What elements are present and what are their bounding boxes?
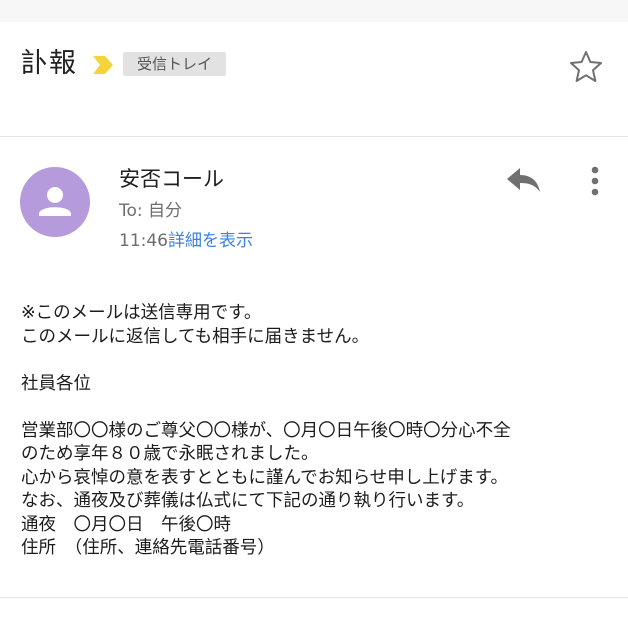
subject-header: 訃報 受信トレイ [0, 22, 628, 137]
subject-title: 訃報 [21, 48, 77, 79]
body-line: 通夜 〇月〇日 午後〇時 [21, 514, 231, 535]
sender-name: 安否コール [119, 167, 224, 191]
body-line: のため享年８０歳で永眠されました。 [21, 444, 319, 464]
body-line: このメールに返信しても相手に届きません。 [21, 326, 370, 347]
body-line: なお、通夜及び葬儀は仏式にて下記の通り執り行います。 [21, 491, 475, 511]
avatar[interactable] [20, 167, 90, 237]
person-icon [39, 187, 71, 216]
body-line: 住所 （住所、連絡先電話番号） [21, 538, 275, 558]
message-time: 11:46 [119, 231, 168, 251]
more-vertical-icon[interactable] [582, 163, 608, 199]
meta-line: 11:46詳細を表示 [119, 229, 253, 253]
show-details-link[interactable]: 詳細を表示 [168, 231, 253, 251]
body-line: 心から哀悼の意を表すとともに謹んでお知らせ申し上げます。 [21, 467, 509, 488]
body-line: 社員各位 [21, 373, 91, 394]
importance-marker-icon[interactable] [90, 52, 116, 78]
body-line [21, 396, 621, 420]
body-line: ※このメールは送信専用です。 [21, 303, 262, 323]
message-body: ※このメールは送信専用です。 このメールに返信しても相手に届きません。 社員各位… [21, 302, 621, 561]
status-strip [0, 0, 628, 22]
divider [0, 597, 628, 598]
reply-icon[interactable] [503, 164, 543, 198]
inbox-label-chip[interactable]: 受信トレイ [123, 52, 227, 76]
body-line: 営業部〇〇様のご尊父〇〇様が、〇月〇日午後〇時〇分心不全 [21, 420, 511, 441]
body-line [21, 349, 621, 373]
star-outline-icon[interactable] [566, 47, 606, 87]
recipient-line: To: 自分 [119, 201, 183, 221]
